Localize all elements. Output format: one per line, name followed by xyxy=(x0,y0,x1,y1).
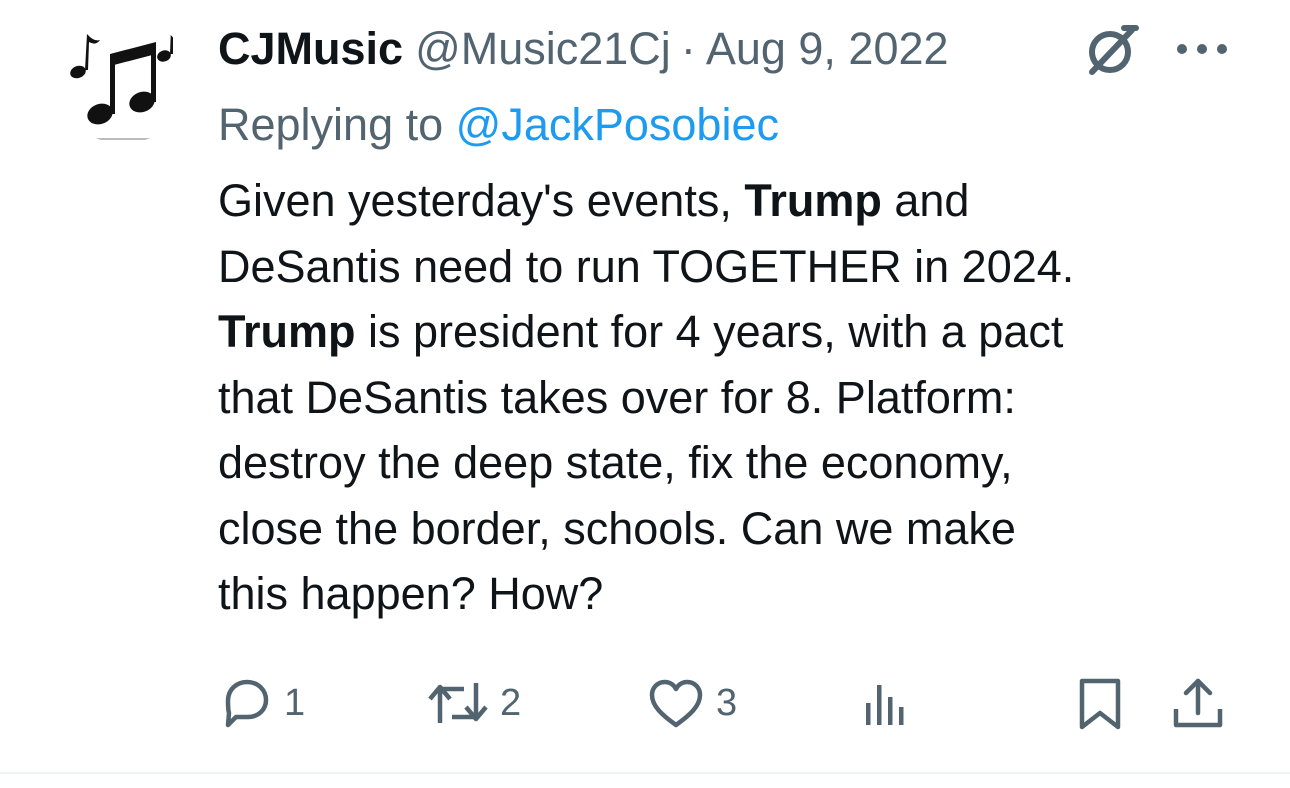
tweet-date[interactable]: Aug 9, 2022 xyxy=(706,18,949,80)
reply-count: 1 xyxy=(284,681,306,724)
text-segment: this happen? How? xyxy=(218,568,604,619)
views-button[interactable] xyxy=(856,668,916,738)
replying-to: Replying to @JackPosobiec xyxy=(218,94,779,156)
tweet-text-line: Trump is president for 4 years, with a p… xyxy=(218,299,1258,365)
display-name[interactable]: CJMusic xyxy=(218,18,403,80)
text-segment: destroy the deep state, fix the economy, xyxy=(218,437,1013,488)
bookmark-button[interactable] xyxy=(1070,668,1130,738)
tweet-text-line: close the border, schools. Can we make xyxy=(218,496,1258,562)
action-bar: 1 2 3 xyxy=(0,668,1290,738)
heart-icon xyxy=(649,679,703,728)
tweet-header: CJMusic @Music21Cj · Aug 9, 2022 xyxy=(218,18,949,80)
tweet-text-line: DeSantis need to run TOGETHER in 2024. xyxy=(218,234,1258,300)
bold-term: Trump xyxy=(744,175,882,226)
like-count: 3 xyxy=(716,681,738,724)
tweet-text-line: destroy the deep state, fix the economy, xyxy=(218,430,1258,496)
retweet-button[interactable]: 2 xyxy=(424,668,521,738)
music-notes-icon xyxy=(70,28,182,140)
tweet[interactable]: CJMusic @Music21Cj · Aug 9, 2022 Replyin… xyxy=(0,0,1290,774)
more-dots-icon[interactable] xyxy=(1172,24,1232,74)
text-segment: is president for 4 years, with a pact xyxy=(355,306,1064,357)
user-handle[interactable]: @Music21Cj xyxy=(415,18,671,80)
text-segment: that DeSantis takes over for 8. Platform… xyxy=(218,371,1016,423)
bookmark-icon xyxy=(1079,678,1121,730)
text-segment: and xyxy=(881,175,970,226)
separator-dot: · xyxy=(680,23,696,74)
text-segment: DeSantis need to run TOGETHER in 2024. xyxy=(218,240,1075,292)
retweet-count: 2 xyxy=(500,681,522,724)
text-segment: close the border, schools. Can we make xyxy=(218,502,1016,554)
replying-to-handle[interactable]: @JackPosobiec xyxy=(456,99,779,150)
tweet-text-line: that DeSantis takes over for 8. Platform… xyxy=(218,365,1258,431)
share-button[interactable] xyxy=(1168,668,1228,738)
grok-icon[interactable] xyxy=(1078,18,1142,82)
reply-bubble-icon xyxy=(225,679,269,728)
avatar[interactable] xyxy=(58,14,188,144)
like-button[interactable]: 3 xyxy=(644,668,737,738)
share-upload-icon xyxy=(1173,678,1223,728)
tweet-text: Given yesterday's events, Trump and DeSan… xyxy=(218,168,1258,627)
tweet-text-line: Given yesterday's events, Trump and xyxy=(218,168,1258,234)
tweet-divider xyxy=(0,772,1290,774)
tweet-text-line: this happen? How? xyxy=(218,561,1258,627)
text-segment: Given yesterday's events, xyxy=(218,175,745,226)
analytics-bars-icon xyxy=(866,685,904,725)
bold-term: Trump xyxy=(218,306,356,357)
replying-to-label: Replying to xyxy=(218,99,444,150)
retweet-icon xyxy=(428,683,488,723)
reply-button[interactable]: 1 xyxy=(216,668,305,738)
